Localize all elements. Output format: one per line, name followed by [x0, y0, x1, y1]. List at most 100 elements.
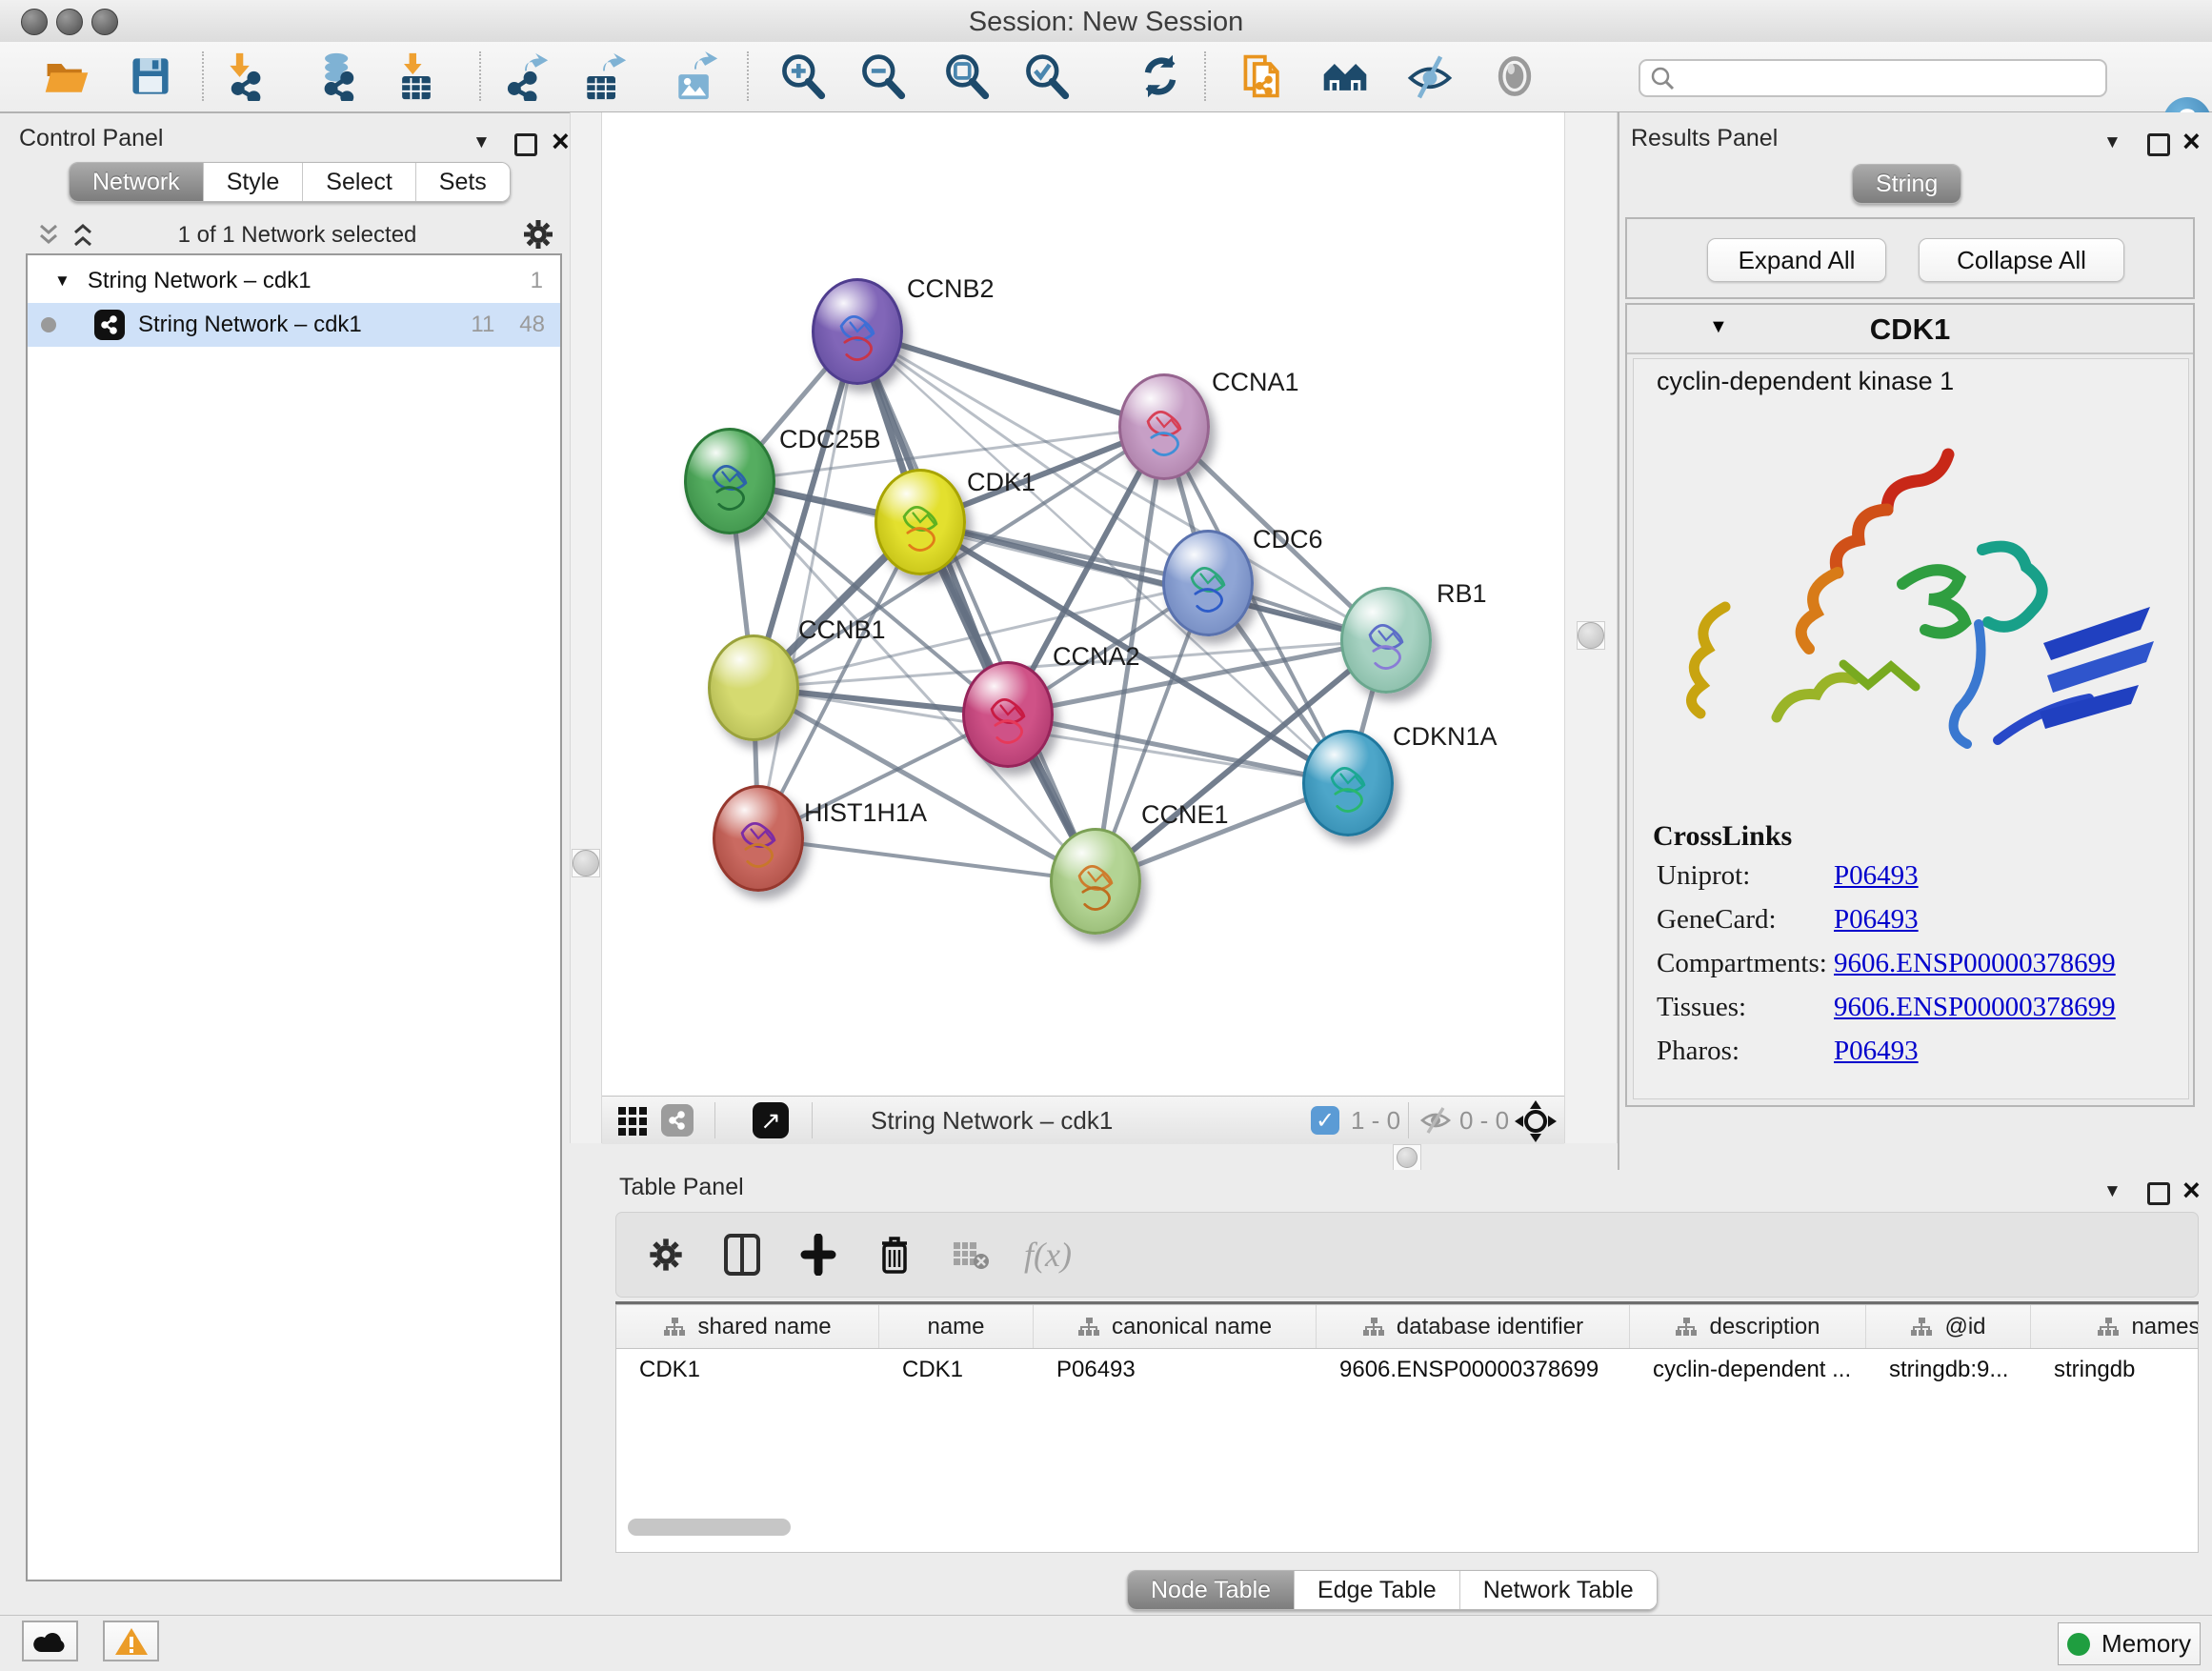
save-session-button[interactable] [124, 50, 177, 103]
memory-button[interactable]: Memory [2058, 1622, 2201, 1665]
expand-all-button[interactable]: Expand All [1707, 238, 1886, 282]
export-network-button[interactable] [498, 50, 552, 103]
network-view-canvas[interactable]: CCNB2CCNA1CDC25BCDK1CDC6RB1CCNB1CCNA2CDK… [602, 112, 1564, 1096]
splitter-handle[interactable] [573, 850, 599, 876]
import-network-database-button[interactable] [312, 50, 365, 103]
gene-section-header[interactable]: ▼ CDK1 [1627, 305, 2193, 354]
refresh-view-button[interactable] [1134, 50, 1187, 103]
tab-network-table[interactable]: Network Table [1460, 1571, 1657, 1609]
column-header-@id[interactable]: @id [1866, 1305, 2031, 1348]
expand-all-icon[interactable] [70, 222, 96, 249]
import-table-button[interactable] [390, 50, 443, 103]
table-panel-float-button[interactable] [2147, 1182, 2170, 1205]
crosslink-link[interactable]: P06493 [1834, 1036, 1919, 1067]
crosslink-link[interactable]: 9606.ENSP00000378699 [1834, 948, 2116, 979]
table-cell[interactable]: CDK1 [879, 1348, 1034, 1392]
control-panel-float-button[interactable] [514, 133, 537, 156]
network-node-HIST1H1A[interactable] [713, 785, 804, 892]
column-header-namespace[interactable]: namespace [2031, 1305, 2199, 1348]
tab-style[interactable]: Style [204, 163, 304, 201]
network-node-CDK1[interactable] [875, 469, 966, 575]
tab-network[interactable]: Network [70, 163, 204, 201]
first-neighbors-button[interactable] [1318, 50, 1372, 103]
results-panel-collapse-icon[interactable]: ▼ [2103, 132, 2122, 153]
table-cell[interactable]: CDK1 [616, 1348, 879, 1392]
gear-icon[interactable] [521, 217, 555, 252]
table-panel-collapse-icon[interactable]: ▼ [2103, 1181, 2122, 1202]
network-node-CDKN1A[interactable] [1302, 730, 1394, 836]
zoom-fit-button[interactable] [939, 50, 993, 103]
collapse-all-button[interactable]: Collapse All [1919, 238, 2124, 282]
window-title: Session: New Session [0, 7, 2212, 38]
column-header-database-identifier[interactable]: database identifier [1317, 1305, 1630, 1348]
table-cell[interactable]: stringdb:9... [1866, 1348, 2031, 1392]
table-cell[interactable]: stringdb [2031, 1348, 2199, 1392]
zoom-selected-button[interactable] [1019, 50, 1073, 103]
network-node-CCNA2[interactable] [962, 661, 1054, 768]
tree-expander-icon[interactable]: ▼ [54, 272, 70, 291]
open-session-button[interactable] [40, 50, 93, 103]
selected-checkbox-icon[interactable]: ✓ [1311, 1106, 1339, 1135]
control-panel-collapse-icon[interactable]: ▼ [473, 132, 491, 153]
network-row-selected[interactable]: String Network – cdk1 11 48 [28, 303, 560, 347]
table-cell[interactable]: cyclin-dependent ... [1630, 1348, 1866, 1392]
results-panel-float-button[interactable] [2147, 133, 2170, 156]
crosslink-link[interactable]: P06493 [1834, 904, 1919, 936]
warnings-button[interactable] [103, 1621, 159, 1661]
application-window: Session: New Session [0, 0, 2212, 1671]
results-panel-close-button[interactable]: × [2182, 131, 2201, 151]
network-overview-icon[interactable] [661, 1104, 694, 1137]
network-node-CCNB2[interactable] [812, 278, 903, 385]
column-header-description[interactable]: description [1630, 1305, 1866, 1348]
network-node-CCNE1[interactable] [1050, 828, 1141, 935]
table-cell[interactable]: P06493 [1034, 1348, 1317, 1392]
add-column-icon[interactable] [795, 1232, 841, 1278]
show-graphics-details-button[interactable] [1488, 50, 1541, 103]
network-node-RB1[interactable] [1340, 587, 1432, 694]
zoom-out-button[interactable] [855, 50, 909, 103]
column-header-name[interactable]: name [879, 1305, 1034, 1348]
collapse-all-icon[interactable] [35, 222, 62, 249]
search-input[interactable] [1675, 64, 2088, 92]
tab-edge-table[interactable]: Edge Table [1295, 1571, 1460, 1609]
cloud-status-button[interactable] [22, 1621, 78, 1661]
crosslink-link[interactable]: 9606.ENSP00000378699 [1834, 992, 2116, 1023]
left-splitter[interactable] [570, 112, 602, 1143]
network-node-CCNB1[interactable] [708, 634, 799, 741]
center-view-icon[interactable] [1515, 1100, 1557, 1142]
table-panel-close-button[interactable]: × [2182, 1180, 2201, 1199]
column-header-shared-name[interactable]: shared name [616, 1305, 879, 1348]
horizontal-splitter-handle[interactable] [1393, 1144, 1421, 1171]
import-network-file-button[interactable] [220, 50, 273, 103]
tab-node-table[interactable]: Node Table [1128, 1571, 1295, 1609]
zoom-in-button[interactable] [775, 50, 829, 103]
network-node-CCNA1[interactable] [1118, 373, 1210, 480]
network-collection-row[interactable]: ▼ String Network – cdk1 1 [28, 259, 560, 303]
detach-view-icon[interactable]: ↗ [753, 1102, 789, 1138]
control-panel-close-button[interactable]: × [552, 131, 570, 151]
export-image-button[interactable] [668, 50, 721, 103]
clone-network-button[interactable] [1237, 50, 1290, 103]
hide-selected-button[interactable] [1403, 50, 1457, 103]
table-cell[interactable]: 9606.ENSP00000378699 [1317, 1348, 1630, 1392]
export-table-button[interactable] [576, 50, 630, 103]
delete-column-trash-icon[interactable] [872, 1232, 917, 1278]
network-node-CDC25B[interactable] [684, 428, 775, 534]
tab-select[interactable]: Select [303, 163, 415, 201]
hidden-eye-icon[interactable] [1419, 1106, 1452, 1135]
network-node-CDC6[interactable] [1162, 530, 1254, 636]
table-settings-gear-icon[interactable] [643, 1232, 689, 1278]
birds-eye-view-icon[interactable] [617, 1106, 648, 1137]
delete-table-icon[interactable] [948, 1232, 994, 1278]
tab-sets[interactable]: Sets [416, 163, 510, 201]
current-network-name: String Network – cdk1 [871, 1106, 1113, 1136]
crosslink-link[interactable]: P06493 [1834, 860, 1919, 892]
splitter-handle[interactable] [1578, 622, 1604, 649]
horizontal-scrollbar-thumb[interactable] [628, 1519, 791, 1536]
tab-string[interactable]: String [1853, 165, 1961, 203]
function-builder-button[interactable]: f(x) [1024, 1235, 1072, 1275]
table-row[interactable]: CDK1CDK1P064939606.ENSP00000378699cyclin… [616, 1348, 2199, 1392]
right-splitter[interactable] [1564, 112, 1618, 1143]
column-header-canonical-name[interactable]: canonical name [1034, 1305, 1317, 1348]
show-columns-icon[interactable] [719, 1232, 765, 1278]
